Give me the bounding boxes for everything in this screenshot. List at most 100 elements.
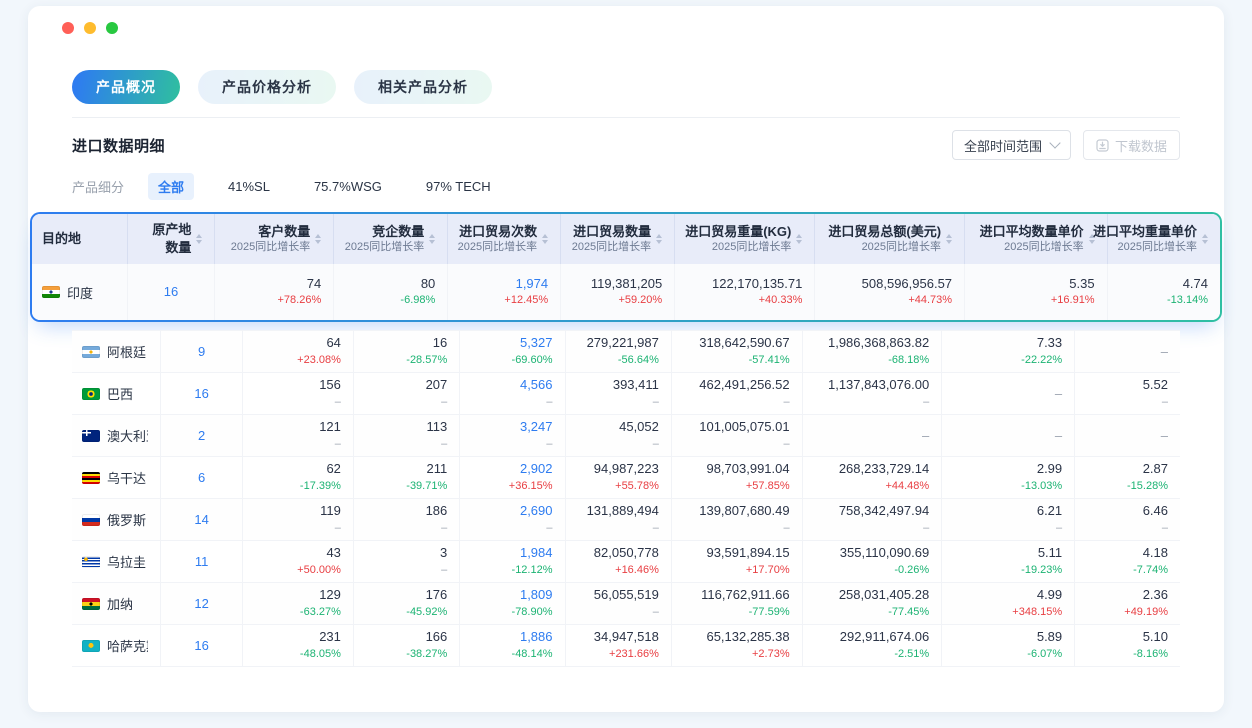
trade-times-link[interactable]: 3,247 xyxy=(520,418,553,437)
sort-icon[interactable] xyxy=(656,234,662,244)
cell-avg-weight-price: 4.74-13.14% xyxy=(1107,264,1220,320)
header-row: 目的地原产地数量客户数量2025同比增长率竞企数量2025同比增长率进口贸易次数… xyxy=(32,214,1220,264)
origin-count-link[interactable]: 11 xyxy=(195,554,209,569)
cell-competitor-count: 186– xyxy=(353,499,459,541)
table-row-uruguay[interactable]: 乌拉圭1143+50.00%3–1,984-12.12%82,050,778+1… xyxy=(72,541,1180,583)
sort-icon[interactable] xyxy=(946,234,952,244)
cell-value: 116,762,911.66 xyxy=(701,586,789,605)
yoy-change: -39.71% xyxy=(406,479,447,495)
col-competitor-count[interactable]: 竞企数量2025同比增长率 xyxy=(334,214,448,264)
table-row-uganda[interactable]: 乌干达662-17.39%211-39.71%2,902+36.15%94,98… xyxy=(72,457,1180,499)
yoy-change: -17.39% xyxy=(300,479,341,495)
origin-count-link[interactable]: 16 xyxy=(194,386,208,401)
filter-option-97tech[interactable]: 97% TECH xyxy=(416,175,501,198)
tab-related-product-analysis[interactable]: 相关产品分析 xyxy=(354,70,492,104)
origin-count-link[interactable]: 14 xyxy=(194,512,208,527)
col-trade-times[interactable]: 进口贸易次数2025同比增长率 xyxy=(448,214,561,264)
col-trade-weight-kg-inner: 进口贸易重量(KG)2025同比增长率 xyxy=(675,223,802,255)
cell-competitor-count: 207– xyxy=(353,373,459,415)
table-row-argentina[interactable]: 阿根廷964+23.08%16-28.57%5,327-69.60%279,22… xyxy=(72,331,1180,373)
cell-competitor-count: 176-45.92% xyxy=(353,583,459,625)
yoy-change: – xyxy=(335,395,341,411)
table-row-russia[interactable]: 俄罗斯14119–186–2,690–131,889,494–139,807,6… xyxy=(72,499,1180,541)
origin-count-link[interactable]: 2 xyxy=(198,428,205,443)
col-trade-quantity[interactable]: 进口贸易数量2025同比增长率 xyxy=(561,214,675,264)
column-title: 进口平均重量单价 xyxy=(1093,223,1197,241)
col-avg-quantity-price-inner: 进口平均数量单价2025同比增长率 xyxy=(965,223,1095,255)
cell-trade-total-usd: 258,031,405.28-77.45% xyxy=(802,583,942,625)
yoy-change: +40.33% xyxy=(759,293,803,309)
cell-destination: 阿根廷 xyxy=(72,331,161,373)
col-avg-weight-price[interactable]: 进口平均重量单价2025同比增长率 xyxy=(1107,214,1220,264)
sort-icon[interactable] xyxy=(196,234,202,244)
trade-times-link[interactable]: 1,886 xyxy=(520,628,553,647)
country-cell: 加纳 xyxy=(72,594,148,613)
cell-value: 4.99 xyxy=(1037,586,1062,605)
cell-destination: 俄罗斯 xyxy=(72,499,161,541)
cell-value: 207 xyxy=(426,376,448,395)
trade-times-link[interactable]: 2,902 xyxy=(520,460,553,479)
cell-trade-weight-kg: 93,591,894.15+17.70% xyxy=(671,541,802,583)
cell-customer-count: 62-17.39% xyxy=(243,457,354,499)
cell-trade-quantity: 393,411– xyxy=(565,373,671,415)
sort-icon[interactable] xyxy=(542,234,548,244)
filter-option-all[interactable]: 全部 xyxy=(148,173,194,200)
origin-count-link[interactable]: 6 xyxy=(198,470,205,485)
yoy-change: – xyxy=(546,395,552,411)
column-subtitle: 2025同比增长率 xyxy=(1118,240,1197,255)
trade-times-link[interactable]: 4,566 xyxy=(520,376,553,395)
col-avg-quantity-price[interactable]: 进口平均数量单价2025同比增长率 xyxy=(965,214,1108,264)
trade-times-link[interactable]: 1,974 xyxy=(516,275,549,294)
sort-icon[interactable] xyxy=(315,234,321,244)
filter-option-41sl[interactable]: 41%SL xyxy=(218,175,280,198)
col-competitor-count-inner: 竞企数量2025同比增长率 xyxy=(334,223,435,255)
time-range-select[interactable]: 全部时间范围 xyxy=(952,130,1071,160)
cell-value: 4.74 xyxy=(1183,275,1208,294)
sort-icon[interactable] xyxy=(1202,234,1208,244)
sort-up-caret xyxy=(946,234,952,238)
download-data-button[interactable]: 下载数据 xyxy=(1083,130,1180,160)
table-row-australia[interactable]: 澳大利亚2121–113–3,247–45,052–101,005,075.01… xyxy=(72,415,1180,457)
origin-count-link[interactable]: 12 xyxy=(194,596,208,611)
filter-option-757wsg[interactable]: 75.7%WSG xyxy=(304,175,392,198)
cell-origin-count: 14 xyxy=(161,499,243,541)
cell-trade-quantity: 45,052– xyxy=(565,415,671,457)
trade-times-link[interactable]: 1,984 xyxy=(520,544,553,563)
column-title: 客户数量 xyxy=(258,223,310,241)
trade-times-link[interactable]: 2,690 xyxy=(520,502,553,521)
table-row-kazakhstan[interactable]: 哈萨克斯坦16231-48.05%166-38.27%1,886-48.14%3… xyxy=(72,625,1180,667)
origin-count-link[interactable]: 16 xyxy=(164,284,178,299)
cell-competitor-count: 113– xyxy=(353,415,459,457)
table-row-brazil[interactable]: 巴西16156–207–4,566–393,411–462,491,256.52… xyxy=(72,373,1180,415)
col-origin-count[interactable]: 原产地数量 xyxy=(127,214,215,264)
sort-icon[interactable] xyxy=(796,234,802,244)
column-subtitle: 2025同比增长率 xyxy=(1004,240,1083,255)
table-row-india[interactable]: 印度1674+78.26%80-6.98%1,974+12.45%119,381… xyxy=(32,264,1220,320)
cell-value: 1,986,368,863.82 xyxy=(828,334,929,353)
column-title: 进口贸易总额(美元) xyxy=(828,223,941,241)
cell-value: 462,491,256.52 xyxy=(699,376,789,395)
cell-value: 131,889,494 xyxy=(587,502,659,521)
cell-value: 93,591,894.15 xyxy=(706,544,789,563)
empty-value: – xyxy=(1161,344,1168,359)
table-row-ghana[interactable]: 加纳12129-63.27%176-45.92%1,809-78.90%56,0… xyxy=(72,583,1180,625)
trade-times-link[interactable]: 5,327 xyxy=(520,334,553,353)
col-trade-weight-kg[interactable]: 进口贸易重量(KG)2025同比增长率 xyxy=(675,214,815,264)
yoy-change: +23.08% xyxy=(297,353,341,369)
origin-count-link[interactable]: 16 xyxy=(194,638,208,653)
sort-down-caret xyxy=(946,240,952,244)
col-trade-total-usd[interactable]: 进口贸易总额(美元)2025同比增长率 xyxy=(815,214,965,264)
cell-origin-count: 16 xyxy=(161,373,243,415)
sort-up-caret xyxy=(196,234,202,238)
sort-icon[interactable] xyxy=(429,234,435,244)
product-segment-filter: 产品细分 全部 41%SL 75.7%WSG 97% TECH xyxy=(72,173,1180,199)
cell-avg-weight-price: 4.18-7.74% xyxy=(1075,541,1180,583)
tab-product-price-analysis[interactable]: 产品价格分析 xyxy=(198,70,336,104)
trade-times-link[interactable]: 1,809 xyxy=(520,586,553,605)
tab-product-overview[interactable]: 产品概况 xyxy=(72,70,180,104)
origin-count-link[interactable]: 9 xyxy=(198,344,205,359)
cell-trade-times: 1,809-78.90% xyxy=(460,583,565,625)
col-customer-count[interactable]: 客户数量2025同比增长率 xyxy=(215,214,334,264)
yoy-change: -45.92% xyxy=(406,605,447,621)
yoy-change: -19.23% xyxy=(1021,563,1062,579)
